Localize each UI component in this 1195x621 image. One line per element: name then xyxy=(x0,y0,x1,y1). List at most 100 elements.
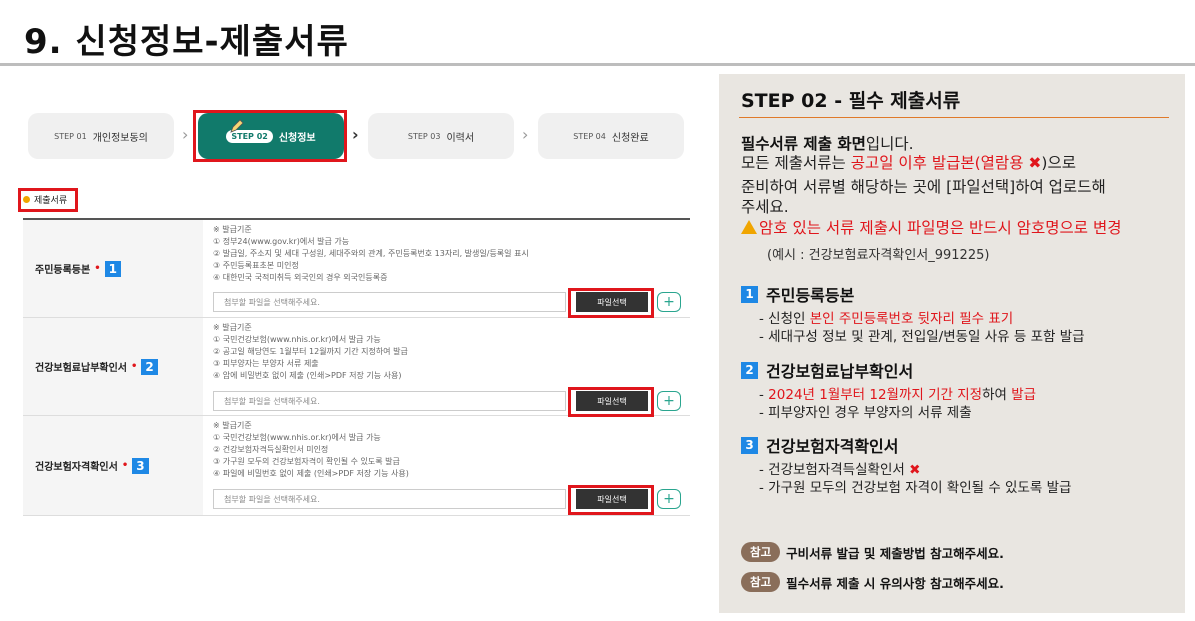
item-line: - 신청인 본인 주민등록번호 뒷자리 필수 표기 xyxy=(759,310,1085,328)
item-line: - 건강보험자격득실확인서 ✖ xyxy=(759,461,1071,479)
item-line: - 세대구성 정보 및 관계, 전입일/변동일 사유 등 포함 발급 xyxy=(759,329,1085,345)
step-label: 이력서 xyxy=(446,132,475,144)
guide-line: ※ 발급기준 xyxy=(213,225,252,234)
item-title: 1 주민등록등본 xyxy=(741,282,1085,306)
text: - 건강보험자격득실확인서 xyxy=(759,462,910,478)
warning-line: 암호 있는 서류 제출시 파일명은 반드시 암호명으로 변경 xyxy=(741,219,1121,238)
reference-link[interactable]: 참고 필수서류 제출 시 유의사항 참고해주세요. xyxy=(741,572,1004,592)
chevron-right-icon: › xyxy=(522,125,529,144)
step-progress: STEP 01 개인정보동의 › STEP 02 신청정보 › STEP 03 … xyxy=(28,113,688,159)
issue-guide: ※ 발급기준 ① 국민건강보험(www.nhis.or.kr)에서 발급 가능 … xyxy=(213,420,409,480)
number-badge: 1 xyxy=(741,285,758,303)
step-01[interactable]: STEP 01 개인정보동의 xyxy=(28,113,174,159)
guide-line: ※ 발급기준 xyxy=(213,323,252,332)
x-mark-icon: ✖ xyxy=(909,462,921,478)
intro-bold: 필수서류 제출 화면 xyxy=(741,135,866,153)
text: )으로 xyxy=(1041,154,1076,172)
guide-line: ③ 주민등록표초본 미인정 xyxy=(213,261,299,270)
item-title: 3 건강보험자격확인서 xyxy=(741,433,1071,457)
item-line: - 2024년 1월부터 12월까지 기간 지정하여 발급 xyxy=(759,386,1036,404)
step-03[interactable]: STEP 03 이력서 xyxy=(368,113,514,159)
step-label: 신청완료 xyxy=(611,132,649,144)
highlight-text: 공고일 이후 발급본(열람용 xyxy=(850,154,1029,172)
text: 하여 xyxy=(982,387,1012,403)
guide-line: ② 건강보험자격득실확인서 미인정 xyxy=(213,445,329,454)
highlight-box xyxy=(18,188,78,212)
item-title-text: 건강보험자격확인서 xyxy=(766,437,899,456)
item-title-text: 주민등록등본 xyxy=(766,286,855,305)
number-badge: 3 xyxy=(132,457,149,474)
reference-tag: 참고 xyxy=(741,572,781,592)
info-divider xyxy=(739,117,1169,118)
number-badge: 3 xyxy=(741,436,758,454)
required-mark: • xyxy=(94,263,101,274)
document-item-2: 2 건강보험료납부확인서 - 2024년 1월부터 12월까지 기간 지정하여 … xyxy=(741,358,1036,422)
file-input[interactable]: 첨부할 파일을 선택해주세요. xyxy=(213,292,566,312)
step-number: STEP 03 xyxy=(407,131,441,141)
guide-line: ※ 발급기준 xyxy=(213,421,252,430)
number-badge: 2 xyxy=(141,358,158,375)
text: 모든 제출서류는 xyxy=(741,154,851,172)
document-item-1: 1 주민등록등본 - 신청인 본인 주민등록번호 뒷자리 필수 표기 - 세대구… xyxy=(741,282,1085,346)
step-number: STEP 01 xyxy=(54,131,87,141)
file-input[interactable]: 첨부할 파일을 선택해주세요. xyxy=(213,489,566,509)
reference-link[interactable]: 참고 구비서류 발급 및 제출방법 참고해주세요. xyxy=(741,542,1004,562)
highlight-box xyxy=(193,110,347,162)
add-file-button[interactable]: + xyxy=(657,489,681,509)
guide-line: ④ 암에 비밀번호 없이 제출 (인쇄>PDF 저장 기능 사용) xyxy=(213,371,402,380)
row-label-text: 주민등록등본 xyxy=(35,265,91,276)
item-title: 2 건강보험료납부확인서 xyxy=(741,358,1036,382)
guide-line: ③ 피부양자는 부양자 서류 제출 xyxy=(213,359,319,368)
intro-line: 모든 제출서류는 공고일 이후 발급본(열람용 ✖)으로 xyxy=(741,154,1076,173)
reference-tag: 참고 xyxy=(741,542,781,562)
number-badge: 2 xyxy=(741,361,758,379)
guide-line: ④ 파일에 비밀번호 없이 제출 (인쇄>PDF 저장 기능 사용) xyxy=(213,469,409,478)
highlight-box xyxy=(568,485,654,515)
required-mark: • xyxy=(131,361,138,372)
info-title: STEP 02 - 필수 제출서류 xyxy=(741,90,961,112)
x-mark-icon: ✖ xyxy=(1028,154,1042,172)
step-number: STEP 04 xyxy=(573,131,606,141)
guide-line: ② 공고일 해당연도 1월부터 12월까지 기간 지정하여 발급 xyxy=(213,347,408,356)
issue-guide: ※ 발급기준 ① 정부24(www.gov.kr)에서 발급 가능 ② 발급일,… xyxy=(213,224,529,284)
required-mark: • xyxy=(121,460,129,471)
example-text: (예시 : 건강보험료자격확인서_991225) xyxy=(767,248,990,263)
highlight-box xyxy=(568,387,654,417)
add-file-button[interactable]: + xyxy=(657,391,681,411)
guide-line: ① 정부24(www.gov.kr)에서 발급 가능 xyxy=(213,237,350,246)
file-input[interactable]: 첨부할 파일을 선택해주세요. xyxy=(213,391,566,411)
highlight-text: 발급 xyxy=(1011,387,1037,403)
number-badge: 1 xyxy=(104,260,121,277)
guide-line: ③ 가구원 모두의 건강보험자격이 확인될 수 있도록 발급 xyxy=(213,457,400,466)
item-title-text: 건강보험료납부확인서 xyxy=(766,362,914,381)
item-line: - 피부양자인 경우 부양자의 서류 제출 xyxy=(759,405,972,421)
text: - xyxy=(759,387,769,403)
item-line: - 가구원 모두의 건강보험 자격이 확인될 수 있도록 발급 xyxy=(759,480,1072,496)
step-04[interactable]: STEP 04 신청완료 xyxy=(538,113,684,159)
row-label-text: 건강보험자격확인서 xyxy=(35,462,118,473)
guide-line: ① 국민건강보험(www.nhis.or.kr)에서 발급 가능 xyxy=(213,433,381,442)
row-label: 건강보험료납부확인서 • 2 xyxy=(23,318,203,415)
info-panel: STEP 02 - 필수 제출서류 필수서류 제출 화면입니다. 모든 제출서류… xyxy=(719,74,1185,613)
highlight-text: 본인 주민등록번호 뒷자리 필수 표기 xyxy=(809,311,1014,327)
row-label: 주민등록등본 • 1 xyxy=(23,220,203,317)
guide-line: ② 발급일, 주소지 및 세대 구성원, 세대주와의 관계, 주민등록번호 13… xyxy=(213,249,529,258)
intro-line: 주세요. xyxy=(741,198,789,216)
intro-line: 필수서류 제출 화면입니다. xyxy=(741,135,914,154)
warning-icon xyxy=(741,220,757,234)
intro-rest: 입니다. xyxy=(865,135,914,153)
intro-line: 준비하여 서류별 해당하는 곳에 [파일선택]하여 업로드해 xyxy=(741,178,1106,196)
pencil-icon xyxy=(230,119,244,133)
chevron-right-icon: › xyxy=(352,125,359,144)
page-title: 9. 신청정보-제출서류 xyxy=(24,22,349,62)
row-label: 건강보험자격확인서 • 3 xyxy=(23,416,203,515)
highlight-text: 2024년 1월부터 12월까지 기간 지정 xyxy=(768,387,983,403)
guide-line: ④ 대한민국 국적미취득 외국인의 경우 외국인등록증 xyxy=(213,273,388,282)
issue-guide: ※ 발급기준 ① 국민건강보험(www.nhis.or.kr)에서 발급 가능 … xyxy=(213,322,408,382)
text: - 신청인 xyxy=(759,311,810,327)
add-file-button[interactable]: + xyxy=(657,292,681,312)
guide-line: ① 국민건강보험(www.nhis.or.kr)에서 발급 가능 xyxy=(213,335,381,344)
warning-text: 암호 있는 서류 제출시 파일명은 반드시 암호명으로 변경 xyxy=(759,219,1122,237)
title-divider xyxy=(0,63,1195,66)
document-item-3: 3 건강보험자격확인서 - 건강보험자격득실확인서 ✖ - 가구원 모두의 건강… xyxy=(741,433,1071,497)
